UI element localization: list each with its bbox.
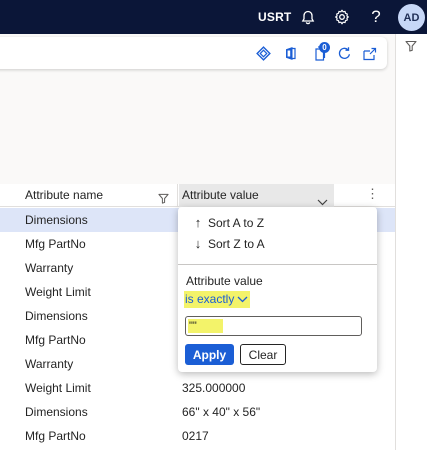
attribute-name-cell: Mfg PartNo [25, 237, 86, 251]
attribute-name-cell: Weight Limit [25, 381, 91, 395]
attribute-name-cell: Dimensions [25, 309, 88, 323]
attachments-count-badge: 0 [319, 42, 330, 53]
sort-a-to-z-label: Sort A to Z [208, 216, 265, 230]
sort-z-to-a-label: Sort Z to A [208, 237, 265, 251]
action-pane: 0 [0, 37, 387, 69]
column-header-label: Attribute name [25, 188, 104, 202]
apply-button[interactable]: Apply [185, 344, 234, 365]
right-filter-rail [395, 34, 427, 450]
attribute-name-cell: Mfg PartNo [25, 429, 86, 443]
attribute-name-cell: Dimensions [25, 213, 88, 227]
column-filter-popup: ↑ Sort A to Z ↓ Sort Z to A Attribute va… [178, 207, 377, 372]
grid-header: Attribute name Attribute value ⋮ [0, 184, 395, 207]
more-options-icon[interactable]: ⋮ [366, 187, 379, 200]
attribute-value-cell: 325.000000 [182, 381, 246, 395]
office-icon[interactable] [282, 45, 299, 62]
attribute-value-cell: 66" x 40" x 56" [182, 405, 261, 419]
column-header-label: Attribute value [182, 188, 259, 202]
filter-operator-dropdown[interactable]: is exactly [184, 291, 251, 308]
company-selector[interactable]: USRT [258, 10, 291, 24]
top-navigation-bar: USRT ? AD [0, 0, 427, 34]
attribute-name-cell: Mfg PartNo [25, 333, 86, 347]
table-row[interactable]: Mfg PartNo 0217 [0, 424, 395, 448]
refresh-icon[interactable] [336, 45, 353, 62]
attribute-name-cell: Warranty [25, 357, 74, 371]
table-row[interactable]: Weight Limit 325.000000 [0, 376, 395, 400]
open-in-new-icon[interactable] [361, 45, 378, 62]
sort-z-to-a-option[interactable]: ↓ Sort Z to A [192, 235, 265, 253]
filter-field-label: Attribute value [186, 274, 263, 288]
attribute-name-cell: Weight Limit [25, 285, 91, 299]
avatar[interactable]: AD [398, 4, 425, 31]
filter-value-input[interactable] [185, 316, 362, 336]
filter-icon[interactable] [405, 40, 417, 55]
attachments-icon[interactable]: 0 [311, 42, 330, 62]
arrow-down-icon: ↓ [194, 236, 202, 251]
chevron-down-icon [237, 296, 248, 303]
column-header-attribute-value[interactable]: Attribute value [179, 184, 334, 207]
column-header-attribute-name[interactable]: Attribute name [0, 184, 178, 207]
diamond-icon[interactable] [255, 45, 272, 62]
gear-icon[interactable] [333, 8, 351, 26]
attribute-name-cell: Warranty [25, 261, 74, 275]
arrow-up-icon: ↑ [194, 215, 202, 230]
help-icon[interactable]: ? [367, 7, 385, 26]
divider [178, 264, 377, 265]
sort-a-to-z-option[interactable]: ↑ Sort A to Z [192, 214, 264, 232]
attribute-value-cell: 0217 [182, 429, 209, 443]
attribute-name-cell: Dimensions [25, 405, 88, 419]
bell-icon[interactable] [299, 8, 317, 26]
filter-operator-label: is exactly [185, 292, 235, 306]
table-row[interactable]: Dimensions 66" x 40" x 56" [0, 400, 395, 424]
clear-button[interactable]: Clear [240, 344, 286, 365]
